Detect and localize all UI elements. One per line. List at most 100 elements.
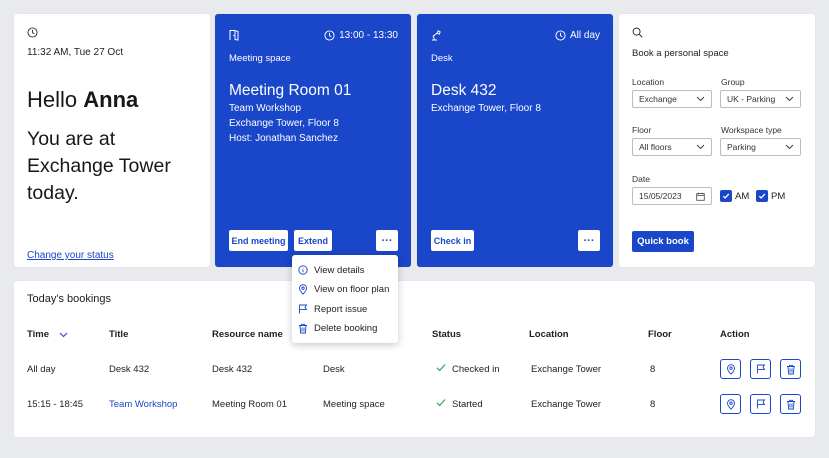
column-header-title: Title — [109, 329, 129, 340]
pm-label: PM — [771, 191, 786, 202]
quick-book-button[interactable]: Quick book — [632, 231, 694, 252]
column-header-action: Action — [720, 329, 750, 340]
menu-item-label: View on floor plan — [314, 283, 390, 295]
map-pin-button[interactable] — [720, 359, 741, 379]
menu-item-label: Delete booking — [314, 322, 378, 334]
meeting-host: Host: Jonathan Sanchez — [229, 133, 338, 144]
column-header-time[interactable]: Time — [27, 329, 68, 340]
am-checkbox[interactable] — [720, 190, 732, 202]
group-value: UK - Parking — [727, 94, 776, 104]
column-header-floor: Floor — [648, 329, 672, 340]
group-label: Group — [721, 77, 745, 87]
search-icon — [632, 27, 643, 38]
trash-icon — [786, 364, 796, 375]
check-in-button[interactable]: Check in — [431, 230, 474, 251]
map-pin-icon — [726, 398, 736, 410]
space-type: Meeting space — [229, 53, 291, 64]
column-header-resource: Resource name — [212, 329, 283, 340]
workspace-type-value: Parking — [727, 142, 756, 152]
row-floor: 8 — [650, 364, 656, 375]
map-pin-button[interactable] — [720, 394, 741, 414]
welcome-card: 11:32 AM, Tue 27 Oct Hello Anna You are … — [14, 14, 210, 267]
delete-button[interactable] — [780, 359, 801, 379]
meeting-location: Exchange Tower, Floor 8 — [229, 118, 339, 129]
space-title: Meeting Room 01 — [229, 82, 352, 99]
report-issue-button[interactable] — [750, 359, 771, 379]
more-options-button[interactable]: ··· — [578, 230, 600, 251]
workspace-type-select[interactable]: Parking — [720, 138, 801, 156]
row-floor: 8 — [650, 399, 656, 410]
pm-checkbox[interactable] — [756, 190, 768, 202]
more-options-menu: View details View on floor plan Report i… — [292, 255, 398, 343]
chevron-down-icon — [785, 144, 794, 150]
greeting: Hello Anna — [27, 87, 138, 113]
menu-item-label: View details — [314, 264, 365, 276]
end-meeting-button[interactable]: End meeting — [229, 230, 288, 251]
column-header-status: Status — [432, 329, 462, 340]
more-options-button[interactable]: ··· — [376, 230, 398, 251]
menu-item-view-details[interactable]: View details — [298, 262, 365, 278]
map-pin-icon — [298, 283, 308, 295]
clock-icon — [555, 30, 566, 41]
menu-item-view-floor-plan[interactable]: View on floor plan — [298, 281, 389, 297]
trash-icon — [786, 399, 796, 410]
desk-lamp-icon — [430, 29, 442, 41]
location-label: Location — [632, 77, 665, 87]
floor-select[interactable]: All floors — [632, 138, 712, 156]
chevron-down-icon[interactable] — [59, 332, 68, 338]
meeting-booking-card: 13:00 - 13:30 Meeting space Meeting Room… — [215, 14, 411, 267]
row-status: Started — [452, 399, 483, 410]
row-type: Desk — [323, 364, 345, 375]
change-status-link[interactable]: Change your status — [27, 250, 114, 261]
calendar-icon — [696, 192, 705, 201]
date-label: Date — [632, 174, 650, 184]
row-time: 15:15 - 18:45 — [27, 399, 83, 410]
meeting-name: Team Workshop — [229, 103, 302, 114]
floor-value: All floors — [639, 142, 672, 152]
desk-booking-card: All day Desk Desk 432 Exchange Tower, Fl… — [417, 14, 613, 267]
row-location: Exchange Tower — [531, 399, 602, 410]
time-header-text: Time — [27, 329, 50, 340]
meeting-time-text: 13:00 - 13:30 — [339, 30, 398, 41]
flag-icon — [756, 364, 766, 374]
location-value: Exchange — [639, 94, 677, 104]
extend-button[interactable]: Extend — [294, 230, 332, 251]
flag-icon — [298, 304, 308, 314]
group-select[interactable]: UK - Parking — [720, 90, 801, 108]
todays-bookings-panel: Today's bookings Time Title Resource nam… — [14, 281, 815, 437]
door-icon — [228, 29, 240, 41]
row-resource: Desk 432 — [212, 364, 253, 375]
chevron-down-icon — [696, 144, 705, 150]
section-title: Today's bookings — [27, 293, 112, 305]
greeting-text: Hello — [27, 87, 78, 112]
desk-location: Exchange Tower, Floor 8 — [431, 103, 541, 114]
menu-item-report-issue[interactable]: Report issue — [298, 301, 367, 317]
space-title: Desk 432 — [431, 82, 497, 99]
book-heading: Book a personal space — [632, 48, 729, 59]
book-space-card: Book a personal space Location Exchange … — [619, 14, 815, 267]
row-status: Checked in — [452, 364, 500, 375]
check-icon — [436, 398, 446, 407]
location-select[interactable]: Exchange — [632, 90, 712, 108]
flag-icon — [756, 399, 766, 409]
meeting-time: 13:00 - 13:30 — [324, 30, 398, 41]
workspace-type-label: Workspace type — [721, 125, 782, 135]
menu-item-delete-booking[interactable]: Delete booking — [298, 320, 377, 336]
menu-item-label: Report issue — [314, 303, 368, 315]
chevron-down-icon — [696, 96, 705, 102]
floor-label: Floor — [632, 125, 652, 135]
column-header-location: Location — [529, 329, 569, 340]
desk-time: All day — [555, 30, 600, 41]
report-issue-button[interactable] — [750, 394, 771, 414]
date-input[interactable]: 15/05/2023 — [632, 187, 712, 205]
map-pin-icon — [726, 363, 736, 375]
row-title: Desk 432 — [109, 364, 150, 375]
chevron-down-icon — [785, 96, 794, 102]
delete-button[interactable] — [780, 394, 801, 414]
date-value: 15/05/2023 — [639, 191, 682, 201]
am-label: AM — [735, 191, 750, 202]
row-type: Meeting space — [323, 399, 385, 410]
location-message: You are at Exchange Tower today. — [27, 128, 171, 204]
space-type: Desk — [431, 53, 453, 64]
row-title-link[interactable]: Team Workshop — [109, 399, 177, 410]
